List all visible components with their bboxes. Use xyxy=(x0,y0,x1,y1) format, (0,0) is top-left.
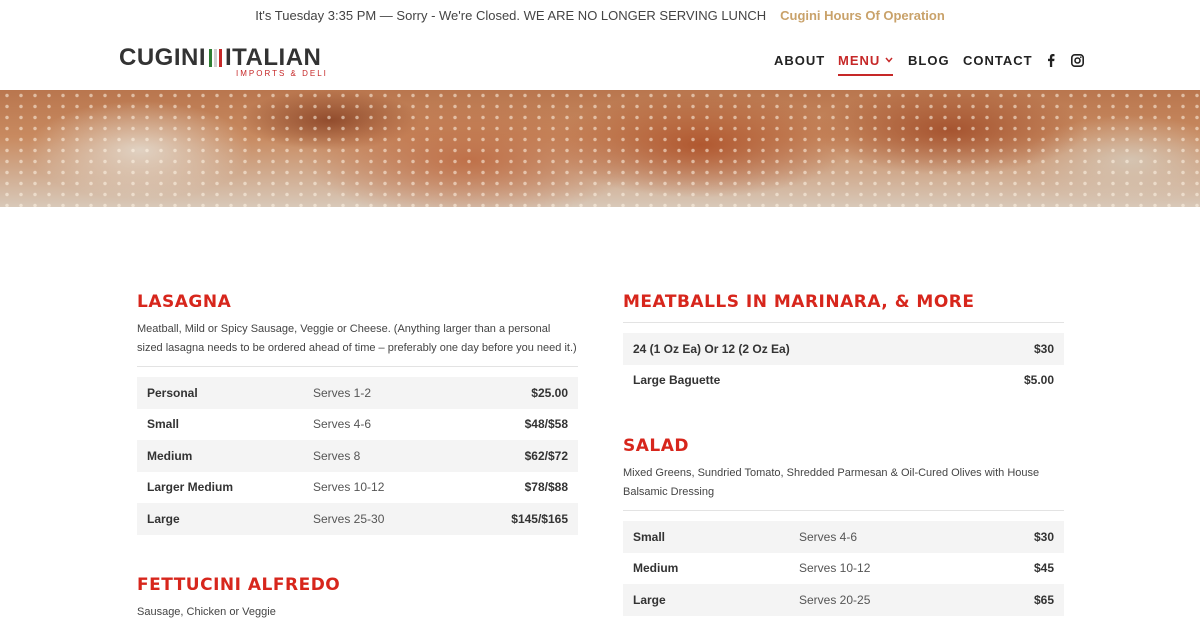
price-cell: $62/$72 xyxy=(452,440,578,472)
price-cell: $30 xyxy=(966,333,1064,365)
nav-item-menu: MENU xyxy=(838,30,894,90)
table-row: Medium Serves 10-12 $45 xyxy=(623,553,1064,585)
section-description: Mixed Greens, Sundried Tomato, Shredded … xyxy=(623,464,1064,511)
price-cell: $145/$165 xyxy=(452,503,578,535)
price-cell: $48/$58 xyxy=(524,417,568,432)
size-cell: Larger Medium xyxy=(147,480,234,495)
table-row: Large Serves 20-25 $65 xyxy=(623,584,1064,616)
section-title: LASAGNA xyxy=(137,292,232,312)
hours-of-operation-link[interactable]: Cugini Hours Of Operation xyxy=(780,8,945,23)
menu-column-right: MEATBALLS IN MARINARA, & MORE 24 (1 Oz E… xyxy=(623,290,1064,616)
nav-menu-link[interactable]: MENU xyxy=(838,45,894,76)
menu-column-left: LASAGNA Meatball, Mild or Spicy Sausage,… xyxy=(137,290,578,620)
table-row: 24 (1 Oz Ea) Or 12 (2 Oz Ea) $30 xyxy=(623,333,1064,365)
facebook-icon[interactable] xyxy=(1043,52,1059,68)
menu-section-lasagna: LASAGNA Meatball, Mild or Spicy Sausage,… xyxy=(137,290,578,535)
section-divider xyxy=(623,322,1064,323)
price-cell: $45 xyxy=(1033,561,1054,576)
size-cell: Personal xyxy=(137,377,303,409)
price-table: 24 (1 Oz Ea) Or 12 (2 Oz Ea) $30 Large B… xyxy=(623,333,1064,396)
serves-cell: Serves 20-25 xyxy=(789,584,981,616)
site-logo[interactable]: CUGINI ITALIAN IMPORTS & DELI xyxy=(119,46,328,79)
nav-item-blog: BLOG xyxy=(908,30,950,90)
size-cell: Medium xyxy=(137,440,303,472)
size-cell: Medium xyxy=(633,561,679,576)
nav-contact-link[interactable]: CONTACT xyxy=(963,53,1033,68)
price-table: Personal Serves 1-2 $25.00 Small Serves … xyxy=(137,377,578,535)
announcement-bar: It's Tuesday 3:35 PM — Sorry - We're Clo… xyxy=(0,0,1200,30)
nav-item-contact: CONTACT xyxy=(963,30,1033,90)
serves-cell: Serves 4-6 xyxy=(313,417,372,432)
table-row: Small Serves 4-6 $48/$58 xyxy=(137,409,578,441)
size-cell: Large xyxy=(137,503,303,535)
price-cell: $25.00 xyxy=(452,377,578,409)
serves-cell: Serves 10-12 xyxy=(799,561,871,576)
nav-blog-link[interactable]: BLOG xyxy=(908,53,950,68)
menu-section-fettucini-alfredo: FETTUCINI ALFREDO Sausage, Chicken or Ve… xyxy=(137,573,578,620)
table-row: Small Serves 4-6 $30 xyxy=(623,521,1064,553)
size-cell: Small xyxy=(623,521,789,553)
menu-section-meatballs: MEATBALLS IN MARINARA, & MORE 24 (1 Oz E… xyxy=(623,290,1064,396)
italian-flag-mark xyxy=(209,49,222,67)
serves-cell: Serves 1-2 xyxy=(303,377,453,409)
section-title: MEATBALLS IN MARINARA, & MORE xyxy=(623,292,975,312)
chevron-down-icon xyxy=(885,57,893,63)
site-header: CUGINI ITALIAN IMPORTS & DELI ABOUT MENU… xyxy=(0,30,1200,90)
table-row: Large Serves 25-30 $145/$165 xyxy=(137,503,578,535)
section-title: SALAD xyxy=(623,436,690,456)
section-title: FETTUCINI ALFREDO xyxy=(137,574,341,595)
nav-menu-label: MENU xyxy=(838,52,881,68)
price-cell: $65 xyxy=(980,584,1064,616)
logo-wordmark: CUGINI ITALIAN xyxy=(119,46,328,70)
price-table: Small Serves 4-6 $30 Medium Serves 10-12… xyxy=(623,521,1064,616)
instagram-icon[interactable] xyxy=(1069,52,1085,68)
price-cell: $5.00 xyxy=(1023,373,1054,388)
table-row: Large Baguette $5.00 xyxy=(623,365,1064,397)
table-row: Larger Medium Serves 10-12 $78/$88 xyxy=(137,472,578,504)
serves-cell: Serves 8 xyxy=(303,440,453,472)
nav-item-about: ABOUT xyxy=(774,30,825,90)
size-cell: 24 (1 Oz Ea) Or 12 (2 Oz Ea) xyxy=(623,333,967,365)
price-cell: $78/$88 xyxy=(524,480,568,495)
logo-subtitle: IMPORTS & DELI xyxy=(236,69,328,78)
menu-section-salad: SALAD Mixed Greens, Sundried Tomato, Shr… xyxy=(623,434,1064,616)
hero-food-image xyxy=(0,90,1200,207)
serves-cell: Serves 10-12 xyxy=(313,480,385,495)
serves-cell: Serves 25-30 xyxy=(303,503,453,535)
section-description: Meatball, Mild or Spicy Sausage, Veggie … xyxy=(137,320,578,367)
size-cell: Large xyxy=(623,584,789,616)
size-cell: Small xyxy=(147,417,180,432)
serves-cell: Serves 4-6 xyxy=(789,521,981,553)
logo-part-italian: ITALIAN xyxy=(225,44,322,71)
section-description: Sausage, Chicken or Veggie xyxy=(137,605,276,618)
table-row: Personal Serves 1-2 $25.00 xyxy=(137,377,578,409)
closed-notice: It's Tuesday 3:35 PM — Sorry - We're Clo… xyxy=(255,7,767,23)
nav-about-link[interactable]: ABOUT xyxy=(774,53,825,68)
price-cell: $30 xyxy=(980,521,1064,553)
table-row: Medium Serves 8 $62/$72 xyxy=(137,440,578,472)
size-cell: Large Baguette xyxy=(633,373,721,388)
logo-part-cugini: CUGINI xyxy=(119,44,206,71)
